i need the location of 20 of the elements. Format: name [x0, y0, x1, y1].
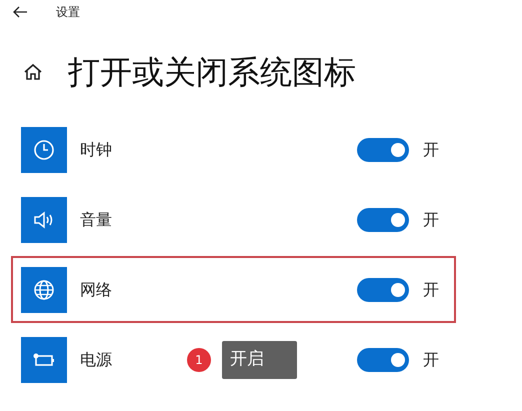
toggle-switch[interactable]	[357, 138, 409, 162]
home-icon[interactable]	[23, 63, 43, 81]
toggle-state: 开	[423, 209, 439, 231]
toggle-switch[interactable]	[357, 208, 409, 232]
window-title: 设置	[56, 4, 80, 21]
page-heading: 打开或关闭系统图标	[68, 56, 356, 88]
setting-label: 电源	[80, 349, 113, 371]
back-icon[interactable]	[12, 6, 28, 18]
setting-label: 时钟	[80, 139, 113, 161]
toggle-state: 开	[423, 349, 439, 371]
clock-icon	[32, 138, 56, 162]
toggle-switch[interactable]	[357, 348, 409, 372]
toggle-state: 开	[423, 279, 439, 301]
toggle-state: 开	[423, 139, 439, 161]
tooltip: 开启	[222, 341, 297, 379]
setting-label: 音量	[80, 209, 113, 231]
step-badge: 1	[187, 348, 211, 372]
globe-icon	[32, 278, 56, 302]
toggle-switch[interactable]	[357, 278, 409, 302]
setting-label: 网络	[80, 279, 113, 301]
